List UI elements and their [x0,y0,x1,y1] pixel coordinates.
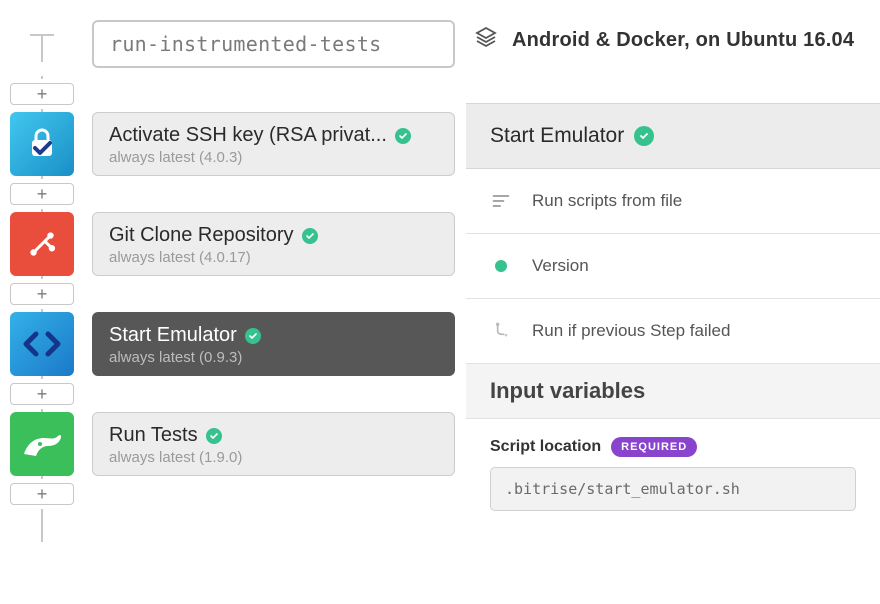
detail-panel-header: Start Emulator [466,104,880,169]
option-label: Run if previous Step failed [532,321,730,341]
add-step-button[interactable]: + [10,83,74,105]
step-version: always latest (0.9.3) [109,349,438,366]
step-icon-git [10,212,74,276]
layers-icon [474,25,498,55]
workflow-name-input[interactable] [92,20,455,68]
option-version[interactable]: Version [466,234,880,299]
step-title: Start Emulator [109,324,237,347]
verified-badge-icon [245,328,261,344]
script-icon [490,191,512,211]
step-title: Git Clone Repository [109,224,294,247]
step-icon-code [10,312,74,376]
dot-icon [490,260,512,272]
step-version: always latest (4.0.17) [109,249,438,266]
verified-badge-icon [206,428,222,444]
add-step-button[interactable]: + [10,183,74,205]
add-step-button[interactable]: + [10,383,74,405]
step-title: Run Tests [109,424,198,447]
script-location-input[interactable] [490,467,856,511]
step-card-run-tests[interactable]: Run Tests always latest (1.9.0) [92,412,455,476]
input-label: Script location [490,438,601,456]
option-label: Run scripts from file [532,191,682,211]
input-script-location: Script location REQUIRED [466,419,880,529]
branch-icon [490,321,512,341]
add-step-button[interactable]: + [10,283,74,305]
step-version: always latest (4.0.3) [109,149,438,166]
rail-top-glyph [10,20,74,68]
required-badge: REQUIRED [611,437,697,457]
option-run-if-failed[interactable]: Run if previous Step failed [466,299,880,364]
step-version: always latest (1.9.0) [109,449,438,466]
step-card-activate-ssh[interactable]: Activate SSH key (RSA privat... always l… [92,112,455,176]
section-input-variables: Input variables [466,364,880,419]
verified-badge-icon [302,228,318,244]
option-run-scripts[interactable]: Run scripts from file [466,169,880,234]
stack-label: Android & Docker, on Ubuntu 16.04 [512,29,854,52]
details-column: Android & Docker, on Ubuntu 16.04 Start … [465,0,880,604]
step-card-git-clone[interactable]: Git Clone Repository always latest (4.0.… [92,212,455,276]
step-icon-gradle [10,412,74,476]
stack-selector[interactable]: Android & Docker, on Ubuntu 16.04 [466,25,880,55]
option-label: Version [532,256,589,276]
detail-title: Start Emulator [490,124,624,148]
step-icon-ssh [10,112,74,176]
step-title: Activate SSH key (RSA privat... [109,124,387,147]
workflow-column: + Activate SSH key (RSA privat... [0,0,465,604]
verified-badge-icon [634,126,654,146]
add-step-button[interactable]: + [10,483,74,505]
step-card-start-emulator[interactable]: Start Emulator always latest (0.9.3) [92,312,455,376]
verified-badge-icon [395,128,411,144]
